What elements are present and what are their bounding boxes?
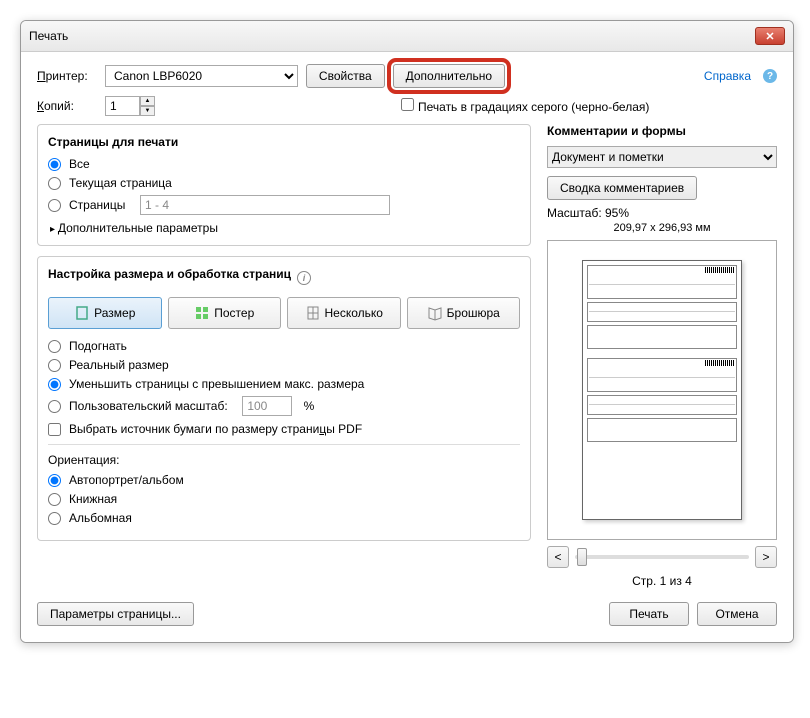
comments-title: Комментарии и формы [547, 124, 777, 138]
comments-summary-button[interactable]: Сводка комментариев [547, 176, 697, 200]
radio-all[interactable] [48, 158, 61, 171]
scale-text: Масштаб: 95% [547, 206, 777, 220]
window-title: Печать [29, 29, 68, 43]
pages-section: Страницы для печати Все Текущая страница… [37, 124, 531, 246]
sizing-title: Настройка размера и обработка страниц [48, 267, 291, 281]
radio-custom[interactable] [48, 400, 61, 413]
grayscale-checkbox[interactable] [401, 98, 414, 111]
grayscale-checkbox-label[interactable]: Печать в градациях серого (черно-белая) [401, 98, 649, 114]
preview-page [582, 260, 742, 520]
booklet-tab[interactable]: Брошюра [407, 297, 521, 329]
print-dialog: Печать ✕ Принтер: Canon LBP6020 Свойства… [20, 20, 794, 643]
help-icon[interactable]: ? [763, 69, 777, 83]
titlebar: Печать ✕ [21, 21, 793, 52]
radio-portrait[interactable] [48, 493, 61, 506]
multiple-tab[interactable]: Несколько [287, 297, 401, 329]
radio-shrink[interactable] [48, 378, 61, 391]
copies-label: Копий: [37, 99, 97, 113]
slider-thumb[interactable] [577, 548, 587, 566]
radio-landscape[interactable] [48, 512, 61, 525]
print-button[interactable]: Печать [609, 602, 689, 626]
custom-scale-input[interactable] [242, 396, 292, 416]
page-setup-button[interactable]: Параметры страницы... [37, 602, 194, 626]
radio-pages[interactable] [48, 199, 61, 212]
cancel-button[interactable]: Отмена [697, 602, 777, 626]
spinner-up[interactable]: ▲ [140, 96, 155, 106]
spinner-down[interactable]: ▼ [140, 106, 155, 116]
next-page-button[interactable]: > [755, 546, 777, 568]
printer-select[interactable]: Canon LBP6020 [105, 65, 298, 87]
advanced-button[interactable]: Дополнительно [393, 64, 505, 88]
info-icon[interactable]: i [297, 271, 311, 285]
size-tab[interactable]: Размер [48, 297, 162, 329]
comments-select[interactable]: Документ и пометки [547, 146, 777, 168]
more-options-expand[interactable]: Дополнительные параметры [50, 221, 520, 235]
help-link[interactable]: Справка [704, 69, 751, 83]
prev-page-button[interactable]: < [547, 546, 569, 568]
paper-source-checkbox[interactable] [48, 423, 61, 436]
properties-button[interactable]: Свойства [306, 64, 385, 88]
sizing-section: Настройка размера и обработка страниц i Р… [37, 256, 531, 541]
radio-actual[interactable] [48, 359, 61, 372]
radio-auto-orient[interactable] [48, 474, 61, 487]
printer-label: Принтер: [37, 69, 97, 83]
dims-text: 209,97 x 296,93 мм [547, 222, 777, 234]
poster-tab[interactable]: Постер [168, 297, 282, 329]
copies-spinner[interactable]: ▲ ▼ [105, 96, 155, 116]
preview-box [547, 240, 777, 540]
copies-input[interactable] [105, 96, 140, 116]
pages-input[interactable] [140, 195, 390, 215]
page-slider[interactable] [575, 555, 749, 559]
radio-fit[interactable] [48, 340, 61, 353]
orientation-title: Ориентация: [48, 453, 520, 467]
pages-title: Страницы для печати [48, 135, 520, 149]
radio-current[interactable] [48, 177, 61, 190]
page-info: Стр. 1 из 4 [547, 574, 777, 588]
close-button[interactable]: ✕ [755, 27, 785, 45]
